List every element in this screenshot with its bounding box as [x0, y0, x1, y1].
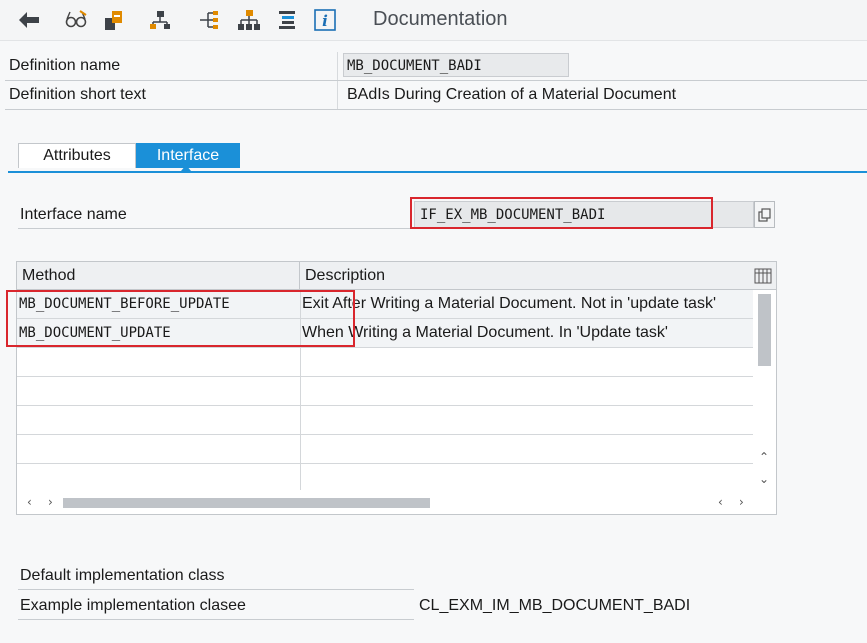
- divider: [18, 228, 410, 229]
- page-title: Documentation: [373, 8, 508, 30]
- horizontal-scrollbar[interactable]: ‹ › ‹ ›: [17, 490, 776, 514]
- definition-short-text-value[interactable]: BAdIs During Creation of a Material Docu…: [347, 86, 676, 104]
- align-icon[interactable]: [274, 7, 300, 33]
- scroll-thumb[interactable]: [758, 294, 771, 366]
- svg-text:i: i: [322, 12, 328, 30]
- column-header-method[interactable]: Method: [17, 262, 300, 290]
- empty-row: [17, 348, 753, 377]
- glasses-icon[interactable]: [64, 7, 90, 33]
- default-implementation-class-label: Default implementation class: [20, 567, 225, 584]
- tree-icon[interactable]: [147, 7, 173, 33]
- field-divider: [337, 81, 338, 109]
- table-settings-icon[interactable]: [754, 268, 772, 288]
- interface-name-label: Interface name: [20, 206, 127, 223]
- divider: [18, 619, 414, 620]
- scroll-up-icon[interactable]: ⌃: [759, 450, 769, 464]
- object-hierarchy-icon[interactable]: [102, 7, 128, 33]
- empty-row: [17, 377, 753, 406]
- vertical-scrollbar[interactable]: ⌃ ⌄: [756, 292, 772, 488]
- scroll-right-icon[interactable]: ›: [48, 495, 53, 509]
- scroll-left-icon[interactable]: ‹: [718, 495, 723, 509]
- tab-underline: [8, 171, 867, 173]
- example-implementation-class-value[interactable]: CL_EXM_IM_MB_DOCUMENT_BADI: [419, 597, 690, 615]
- tab-attributes[interactable]: Attributes: [18, 143, 136, 168]
- column-header-description[interactable]: Description: [300, 262, 776, 290]
- toolbar: i Documentation: [0, 0, 867, 41]
- field-divider: [337, 52, 338, 80]
- distribute-icon[interactable]: [196, 7, 222, 33]
- definition-short-text-label: Definition short text: [9, 86, 146, 103]
- info-icon[interactable]: i: [312, 7, 338, 33]
- highlight-box-methods: [6, 290, 355, 347]
- scroll-down-icon[interactable]: ⌄: [759, 472, 769, 486]
- scroll-thumb[interactable]: [63, 498, 430, 508]
- scroll-right-icon[interactable]: ›: [739, 495, 744, 509]
- empty-row: [17, 435, 753, 464]
- definition-short-text-row: Definition short text BAdIs During Creat…: [5, 81, 867, 110]
- scroll-left-icon[interactable]: ‹: [27, 495, 32, 509]
- divider: [18, 589, 414, 590]
- highlight-box-interface: [410, 197, 713, 229]
- definition-name-field[interactable]: MB_DOCUMENT_BADI: [343, 53, 569, 77]
- description-cell: When Writing a Material Document. In 'Up…: [300, 319, 753, 347]
- empty-row: [17, 406, 753, 435]
- back-arrow-icon[interactable]: [16, 7, 42, 33]
- example-implementation-class-label: Example implementation clasee: [20, 597, 246, 614]
- description-cell: Exit After Writing a Material Document. …: [300, 290, 753, 318]
- definition-name-label: Definition name: [9, 57, 121, 74]
- copy-icon[interactable]: [754, 201, 775, 228]
- definition-name-row: Definition name MB_DOCUMENT_BADI: [5, 52, 867, 81]
- org-tree-icon[interactable]: [236, 7, 262, 33]
